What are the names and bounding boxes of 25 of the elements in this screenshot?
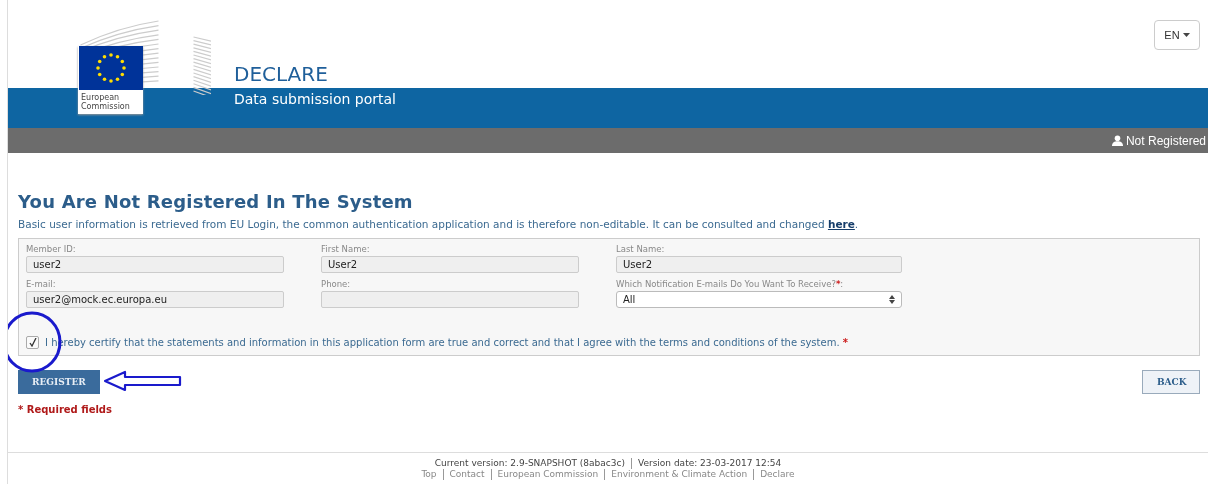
here-link[interactable]: here [827, 218, 855, 230]
version-text: Current version: 2.9-SNAPSHOT (8abac3c) [433, 458, 626, 469]
intro-text: Basic user information is retrieved from EU Login, the common authentication application and is therefore non-editable. It can be consulted and changed here. [18, 218, 860, 230]
field-label: Which Notification E-mails Do You Want To Receive?*: [616, 279, 845, 289]
required-fields-note: * Required fields [18, 404, 113, 415]
footer-link[interactable]: Environment & Climate Action [604, 469, 754, 480]
page-heading: You Are Not Registered In The System [18, 191, 414, 212]
app-title: DECLARE [234, 62, 328, 86]
footer-link[interactable]: Top [415, 469, 443, 480]
footer-link[interactable]: European Commission [490, 469, 605, 480]
european-commission-logo: European Commission [36, 15, 211, 120]
user-status-text: Not Registered [1125, 133, 1206, 148]
version-date: Version date: 23-03-2017 12:54 [630, 458, 788, 469]
field-label: Member ID: [26, 244, 77, 254]
language-dropdown[interactable]: EN [1154, 20, 1200, 50]
field-label: Phone: [321, 279, 352, 289]
field-label: E-mail: [26, 279, 57, 289]
footer-link[interactable]: Declare [753, 469, 801, 480]
app-subtitle: Data submission portal [234, 90, 397, 107]
notification-select[interactable]: All [616, 291, 902, 308]
footer-link[interactable]: Contact [442, 469, 491, 480]
field-label: Last Name: [616, 244, 666, 254]
register-button[interactable]: REGISTER [18, 370, 100, 394]
field-label: First Name: [321, 244, 371, 254]
back-button[interactable]: BACK [1142, 370, 1200, 394]
